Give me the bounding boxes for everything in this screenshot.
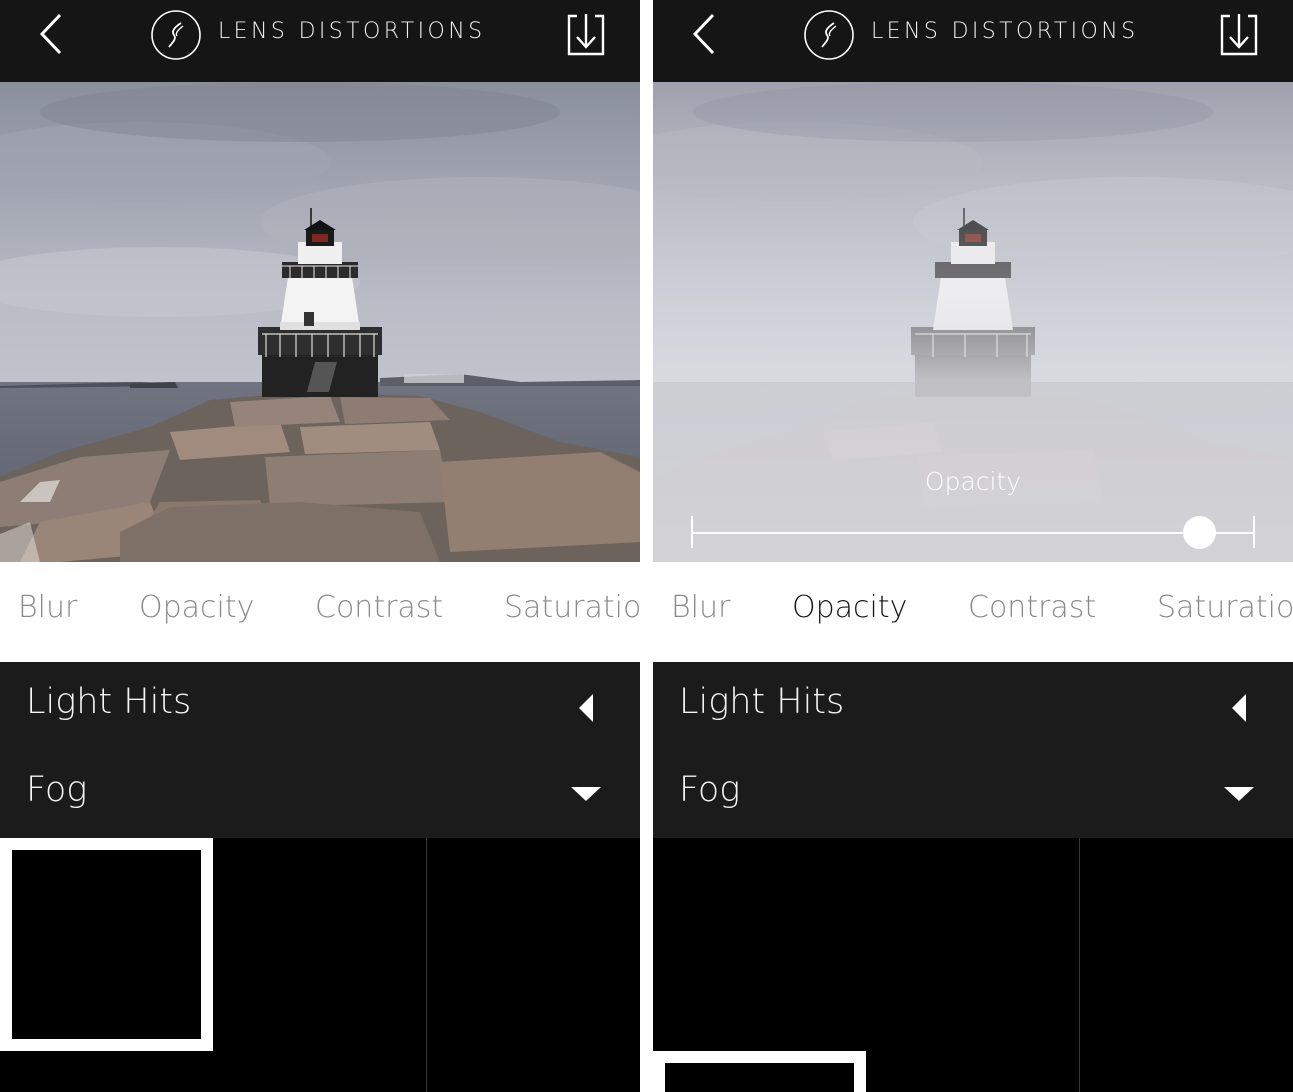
back-button[interactable] [683,12,727,56]
app-title: LENS DISTORTIONS [871,19,1139,44]
category-label: Light Hits [679,682,845,722]
lens-distortions-logo-icon [151,10,201,60]
lens-distortions-logo-icon [804,10,854,60]
grid-divider [1079,838,1080,1092]
export-download-icon [1220,14,1258,56]
opacity-slider-track[interactable] [692,532,1255,534]
tab-contrast[interactable]: Contrast [968,590,1096,625]
category-fog[interactable]: Fog [653,750,1293,838]
adjustment-tabs: Blur Opacity Contrast Saturation [653,562,1293,662]
back-button[interactable] [30,12,74,56]
app-title: LENS DISTORTIONS [218,19,486,44]
fog-thumbnail-grid [653,838,1293,1092]
back-chevron-icon [39,13,62,55]
triangle-down-icon [571,787,601,801]
photo-preview [0,82,640,562]
category-light-hits[interactable]: Light Hits [0,662,640,750]
adjustment-tabs: Blur Opacity Contrast Saturation [0,562,640,662]
tab-opacity[interactable]: Opacity [139,590,254,625]
top-bar: LENS DISTORTIONS [653,0,1293,82]
fog-thumbnail-grid [0,838,640,1092]
triangle-left-icon [1232,694,1246,722]
triangle-down-icon [1224,787,1254,801]
fog-thumbnail-5[interactable] [866,1051,1079,1092]
fog-thumbnail-4[interactable] [0,1051,213,1092]
fog-thumbnail-5[interactable] [213,1051,426,1092]
photo-preview: Opacity [653,82,1293,562]
app-logo [803,9,855,61]
category-fog[interactable]: Fog [0,750,640,838]
panel-original: LENS DISTORTIONS Blur Opacity Contrast S… [0,0,640,1092]
export-button[interactable] [1216,10,1262,60]
category-label: Fog [26,770,88,810]
fog-thumbnail-6[interactable] [1080,1051,1293,1092]
grid-divider [426,838,427,1092]
fog-thumbnail-1[interactable] [653,838,866,1051]
tab-blur[interactable]: Blur [18,590,77,625]
lighthouse-photo [0,82,640,562]
tab-saturation[interactable]: Saturation [1157,590,1293,625]
triangle-left-icon [579,694,593,722]
slider-max-cap [1253,516,1255,548]
back-chevron-icon [692,13,715,55]
slider-label: Opacity [924,467,1022,496]
tab-contrast[interactable]: Contrast [315,590,443,625]
fog-thumbnail-4[interactable] [653,1051,866,1092]
app-logo [150,9,202,61]
opacity-slider-thumb[interactable] [1182,516,1216,549]
fog-thumbnail-3[interactable] [1080,838,1293,1051]
fog-thumbnail-3[interactable] [427,838,640,1051]
panel-fog-applied: LENS DISTORTIONS Opacity Blur Opacity Co… [653,0,1293,1092]
category-label: Light Hits [26,682,192,722]
fog-thumbnail-2[interactable] [866,838,1079,1051]
tab-saturation[interactable]: Saturation [504,590,640,625]
fog-thumbnail-6[interactable] [427,1051,640,1092]
category-label: Fog [679,770,741,810]
tab-blur[interactable]: Blur [671,590,730,625]
fog-thumbnail-2[interactable] [213,838,426,1051]
category-light-hits[interactable]: Light Hits [653,662,1293,750]
fog-thumbnail-1[interactable] [0,838,213,1051]
top-bar: LENS DISTORTIONS [0,0,640,82]
tab-opacity[interactable]: Opacity [792,590,907,625]
export-button[interactable] [563,10,609,60]
export-download-icon [567,14,605,56]
